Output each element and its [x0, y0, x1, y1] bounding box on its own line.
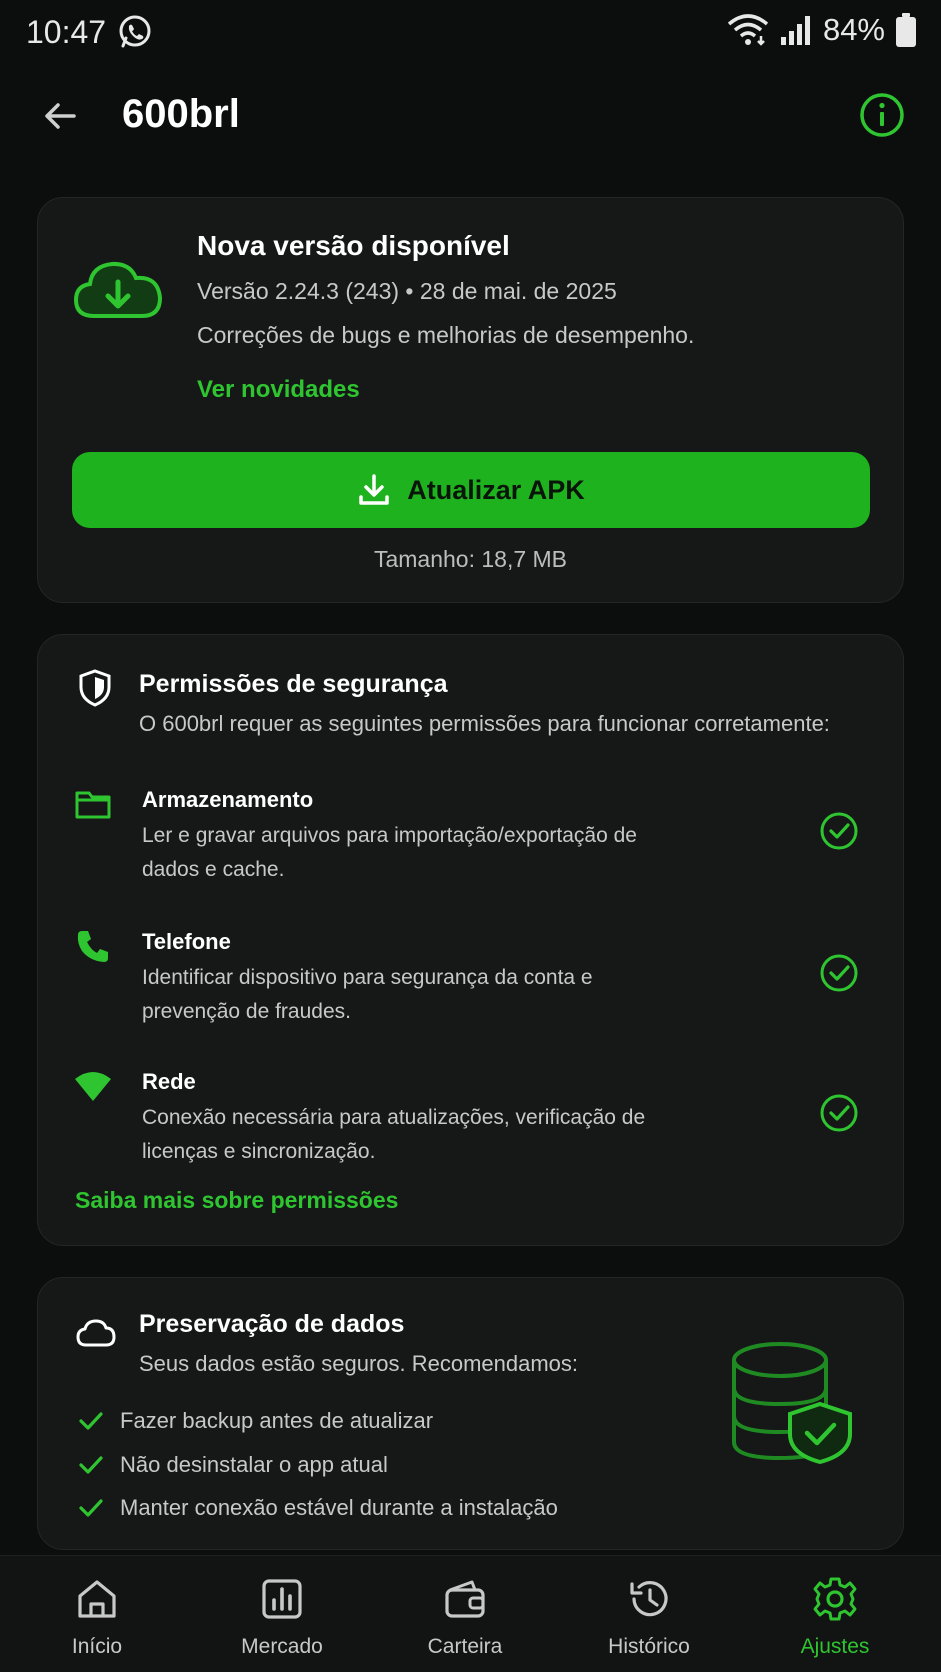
nav-item-carteira[interactable]: Carteira	[390, 1556, 540, 1672]
chart-icon	[262, 1579, 302, 1619]
folder-icon	[75, 791, 111, 819]
page-title: 600brl	[122, 92, 240, 136]
permission-name: Telefone	[142, 929, 231, 954]
data-subtitle: Seus dados estão seguros. Recomendamos:	[139, 1351, 579, 1376]
tip-text: Fazer backup antes de atualizar	[120, 1408, 434, 1433]
tip-text: Não desinstalar o app atual	[120, 1452, 388, 1477]
battery-icon	[896, 13, 916, 47]
data-title: Preservação de dados	[139, 1310, 405, 1338]
nav-label: Carteira	[427, 1635, 503, 1658]
permissions-card: Permissões de segurança O 600brl requer …	[37, 634, 904, 1246]
download-icon	[359, 474, 389, 505]
signal-icon	[780, 16, 810, 45]
permission-desc: Conexão necessária para atualizações, ve…	[142, 1106, 646, 1163]
check-circle-icon	[820, 954, 858, 992]
permission-item-storage: Armazenamento Ler e gravar arquivos para…	[38, 777, 903, 887]
permissions-title: Permissões de segurança	[139, 670, 448, 698]
whats-new-link[interactable]: Ver novidades	[197, 376, 360, 404]
data-preservation-card: Preservação de dados Seus dados estão se…	[37, 1277, 904, 1550]
tip-item: Fazer backup antes de atualizar	[78, 1404, 433, 1438]
app-bar: 600brl	[0, 80, 941, 152]
cloud-icon	[76, 1319, 116, 1347]
wifi-icon	[75, 1072, 111, 1101]
update-title: Nova versão disponível	[197, 230, 510, 261]
battery-percent: 84%	[822, 12, 885, 47]
tip-item: Manter conexão estável durante a instala…	[78, 1491, 558, 1525]
cloud-download-icon	[73, 261, 163, 318]
update-button-label: Atualizar APK	[407, 474, 585, 505]
info-icon[interactable]	[857, 90, 907, 140]
arrow-left-icon	[45, 103, 76, 129]
back-button[interactable]	[36, 92, 84, 140]
update-version: Versão 2.24.3 (243) • 28 de mai. de 2025	[197, 278, 617, 304]
nav-item-ajustes[interactable]: Ajustes	[760, 1556, 910, 1672]
permission-desc: Identificar dispositivo para segurança d…	[142, 966, 593, 1023]
nav-item-historico[interactable]: Histórico	[574, 1556, 724, 1672]
check-circle-icon	[820, 1094, 858, 1132]
gear-icon	[813, 1577, 857, 1621]
wallet-icon	[445, 1580, 485, 1618]
database-shield-icon	[732, 1342, 852, 1465]
whatsapp-icon	[119, 15, 151, 48]
status-time: 10:47	[26, 14, 107, 50]
check-circle-icon	[820, 812, 858, 850]
shield-icon	[79, 669, 111, 707]
permission-item-network: Rede Conexão necessária para atualizaçõe…	[38, 1059, 903, 1169]
status-right: 84%	[727, 12, 917, 48]
learn-more-permissions-link[interactable]: Saiba mais sobre permissões	[75, 1187, 398, 1214]
home-icon	[78, 1580, 116, 1618]
history-icon	[630, 1581, 668, 1617]
tip-text: Manter conexão estável durante a instala…	[120, 1495, 558, 1520]
permissions-subtitle: O 600brl requer as seguintes permissões …	[139, 711, 830, 736]
update-size: Tamanho: 18,7 MB	[373, 546, 568, 572]
nav-item-mercado[interactable]: Mercado	[207, 1556, 357, 1672]
update-description: Correções de bugs e melhorias de desempe…	[197, 322, 695, 348]
nav-label: Ajustes	[800, 1635, 870, 1658]
update-card: Nova versão disponível Versão 2.24.3 (24…	[37, 197, 904, 603]
update-apk-button[interactable]: Atualizar APK	[72, 452, 870, 528]
check-icon	[79, 1412, 103, 1430]
permission-name: Armazenamento	[142, 787, 314, 812]
status-bar: 10:47 84%	[0, 0, 941, 66]
check-icon	[79, 1499, 103, 1517]
nav-item-inicio[interactable]: Início	[22, 1556, 172, 1672]
wifi-status-icon	[727, 14, 769, 46]
check-icon	[79, 1456, 103, 1474]
bottom-nav: Início Mercado Carteira Histórico Ajuste…	[0, 1555, 941, 1672]
nav-label: Início	[71, 1635, 123, 1658]
permission-desc: Ler e gravar arquivos para importação/ex…	[142, 824, 637, 881]
nav-label: Mercado	[241, 1635, 323, 1658]
tip-item: Não desinstalar o app atual	[78, 1448, 388, 1482]
phone-icon	[77, 931, 108, 962]
permission-name: Rede	[142, 1069, 196, 1094]
permission-item-phone: Telefone Identificar dispositivo para se…	[38, 919, 903, 1029]
nav-label: Histórico	[608, 1635, 690, 1658]
